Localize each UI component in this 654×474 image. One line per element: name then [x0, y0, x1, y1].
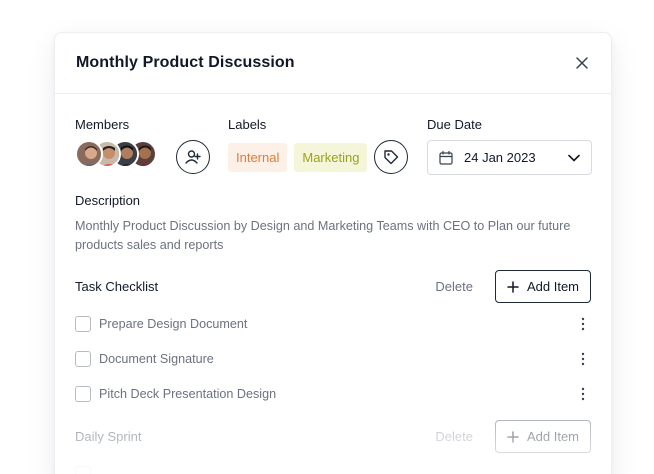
tag-icon	[384, 150, 399, 165]
task-item: Prepare Design Document	[75, 314, 591, 334]
due-date-label: Due Date	[427, 117, 482, 132]
modal-header: Monthly Product Discussion	[55, 33, 611, 94]
add-item-button[interactable]: Add Item	[495, 270, 591, 303]
meta-row: Members Labels Internal Marketing Due Da…	[75, 117, 592, 177]
delete-sprint-button[interactable]: Delete	[435, 429, 473, 444]
task-detail-modal: Monthly Product Discussion Members Label…	[54, 32, 612, 474]
due-date-select[interactable]: 24 Jan 2023	[427, 140, 592, 175]
tag-list: Internal Marketing	[228, 143, 368, 172]
task-item: Pitch Deck Presentation Design	[75, 384, 591, 404]
due-date-value: 24 Jan 2023	[464, 150, 536, 165]
description-text: Monthly Product Discussion by Design and…	[75, 219, 571, 252]
description-label: Description	[75, 193, 141, 208]
task-checkbox[interactable]	[75, 316, 91, 332]
add-member-button[interactable]	[176, 140, 210, 174]
tag-marketing[interactable]: Marketing	[294, 143, 368, 172]
task-label: Pitch Deck Presentation Design	[99, 387, 277, 401]
close-button[interactable]	[573, 54, 591, 72]
more-vertical-icon	[581, 387, 585, 401]
calendar-icon	[439, 150, 453, 165]
task-menu-button[interactable]	[575, 386, 591, 402]
delete-checklist-button[interactable]: Delete	[435, 279, 473, 294]
more-vertical-icon	[581, 317, 585, 331]
daily-sprint-header: Daily Sprint Delete Add Item	[75, 420, 591, 453]
plus-icon	[507, 430, 519, 443]
add-sprint-item-label: Add Item	[526, 429, 580, 444]
task-menu-button[interactable]	[575, 351, 591, 367]
task-item: Document Signature	[75, 349, 591, 369]
due-date-section: Due Date 24 Jan 2023	[427, 117, 592, 175]
task-label: Prepare Design Document	[99, 317, 248, 331]
plus-icon	[507, 280, 519, 293]
labels-label: Labels	[228, 117, 267, 132]
members-label: Members	[75, 117, 130, 132]
chevron-down-icon	[568, 154, 580, 161]
task-checkbox[interactable]	[75, 386, 91, 402]
members-section: Members	[75, 117, 210, 174]
add-item-label: Add Item	[526, 279, 580, 294]
tag-internal[interactable]: Internal	[228, 143, 288, 172]
add-label-button[interactable]	[374, 140, 408, 174]
add-user-icon	[185, 150, 201, 164]
task-item	[75, 464, 591, 474]
task-checklist-title: Task Checklist	[75, 279, 159, 294]
add-sprint-item-button[interactable]: Add Item	[495, 420, 591, 453]
more-vertical-icon	[581, 352, 585, 366]
task-checkbox[interactable]	[75, 466, 91, 474]
task-label: Document Signature	[99, 352, 214, 366]
task-checkbox[interactable]	[75, 351, 91, 367]
task-checklist-header: Task Checklist Delete Add Item	[75, 270, 591, 303]
labels-section: Labels Internal Marketing	[228, 117, 408, 174]
modal-title: Monthly Product Discussion	[76, 54, 295, 71]
task-menu-button[interactable]	[575, 316, 591, 332]
close-icon	[576, 57, 588, 69]
avatar-group	[75, 140, 157, 168]
description-section: Description Monthly Product Discussion b…	[75, 193, 591, 254]
avatar[interactable]	[75, 140, 103, 168]
daily-sprint-title: Daily Sprint	[75, 429, 142, 444]
